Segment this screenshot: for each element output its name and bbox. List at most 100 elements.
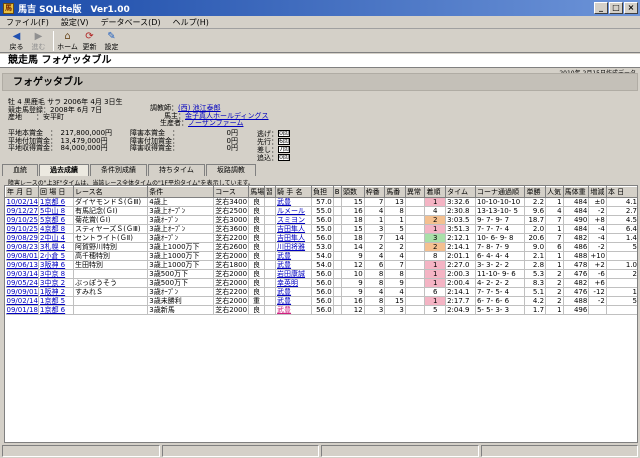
column-header[interactable]: 年 月 日 bbox=[5, 186, 39, 198]
tab-pedigree[interactable]: 血統 bbox=[2, 164, 38, 176]
column-header[interactable]: 本 日 bbox=[605, 186, 637, 198]
table-cell bbox=[264, 305, 277, 315]
tab-past-results[interactable]: 過去成績 bbox=[39, 164, 89, 176]
table-cell[interactable]: 09/01/18 bbox=[5, 305, 39, 315]
table-row[interactable]: 09/10/25 5京都 6 菊花賞(ＧⅠ) 3歳ｵｰﾌﾟﾝ 芝右3000 良スミヨン 56… bbox=[5, 215, 637, 225]
table-cell[interactable]: 2小倉 5 bbox=[38, 251, 75, 261]
table-cell[interactable]: 1京都 6 bbox=[38, 305, 75, 315]
back-button[interactable]: ◀ 戻る bbox=[6, 30, 27, 52]
table-cell[interactable]: 武豊 bbox=[275, 296, 313, 306]
column-header[interactable]: 人気 bbox=[545, 186, 564, 198]
table-cell[interactable]: 岩田康誠 bbox=[275, 269, 313, 279]
table-row[interactable]: 09/06/13 3阪神 6 生田特別 3歳上1000万下 芝右1800 良武豊 54.0 1… bbox=[5, 260, 637, 270]
table-cell[interactable]: 幸英明 bbox=[275, 278, 313, 288]
table-cell bbox=[264, 215, 277, 225]
table-cell[interactable]: 1京都 6 bbox=[38, 197, 75, 207]
column-header[interactable]: コース bbox=[213, 186, 250, 198]
close-button[interactable]: × bbox=[624, 2, 638, 14]
table-row[interactable]: 09/09/01 1阪神 2 すみれＳ 3歳ｵｰﾌﾟﾝ 芝右2200 良武豊 56.0 9 4 4… bbox=[5, 287, 637, 297]
table-row[interactable]: 09/05/24 3中京 2 ぶっぽうそう 3歳500万下 芝右2000 良幸英明 56.0… bbox=[5, 278, 637, 288]
menu-help[interactable]: ヘルプ(H) bbox=[167, 17, 215, 28]
column-header[interactable]: 馬番 bbox=[384, 186, 406, 198]
table-cell[interactable]: 5中山 8 bbox=[38, 206, 75, 216]
table-row[interactable]: 10/02/14 1京都 6 ダイヤモンドＳ(ＧⅢ) 4歳上 芝右3400 良武豊 57.0… bbox=[5, 197, 637, 207]
table-cell[interactable]: 09/10/25 bbox=[5, 224, 39, 234]
table-cell[interactable]: 3中京 8 bbox=[38, 269, 75, 279]
column-header[interactable]: B bbox=[332, 186, 343, 198]
tab-condition-results[interactable]: 条件別成績 bbox=[90, 164, 147, 176]
table-cell[interactable]: 1阪神 2 bbox=[38, 287, 75, 297]
column-header[interactable]: タイム bbox=[445, 186, 476, 198]
table-cell[interactable]: 09/08/29 bbox=[5, 233, 39, 243]
table-row[interactable]: 09/03/14 3中京 8 3歳500万下 芝右2000 良岩田康誠 56.0 10 8 8 1… bbox=[5, 269, 637, 279]
table-cell[interactable]: 09/02/14 bbox=[5, 296, 39, 306]
column-header[interactable]: 馬場 bbox=[248, 186, 265, 198]
column-header[interactable]: レース名 bbox=[73, 186, 149, 198]
table-cell[interactable]: 09/06/13 bbox=[5, 260, 39, 270]
table-cell[interactable]: 09/09/01 bbox=[5, 287, 39, 297]
minimize-button[interactable]: _ bbox=[594, 2, 608, 14]
column-header[interactable]: 枠番 bbox=[363, 186, 386, 198]
table-row[interactable]: 09/10/25 4京都 8 スティヤーズＳ(ＧⅢ) 3歳上ｵｰﾌﾟﾝ 芝右3600 良吉… bbox=[5, 224, 637, 234]
column-header[interactable]: 負担 bbox=[311, 186, 334, 198]
table-cell[interactable]: 武豊 bbox=[275, 287, 313, 297]
home-button[interactable]: ⌂ ホーム bbox=[57, 30, 78, 52]
column-header[interactable]: 頭数 bbox=[341, 186, 365, 198]
table-cell[interactable]: 3阪神 6 bbox=[38, 260, 75, 270]
results-grid[interactable]: 年 月 日回 場 日レース名 条件 コース 馬場習騎 手 名負担 B 頭数 枠番 馬番 異常 着順… bbox=[4, 185, 638, 443]
table-cell: 2.8 bbox=[524, 260, 547, 270]
table-cell[interactable]: 武豊 bbox=[275, 197, 313, 207]
column-header[interactable]: 単勝 bbox=[524, 186, 547, 198]
table-row[interactable]: 09/02/14 1京都 5 3歳未勝利 芝右2000 重武豊 56.0 16 8 15 1 2:1… bbox=[5, 296, 637, 306]
table-cell[interactable]: 4京都 8 bbox=[38, 224, 75, 234]
forward-button[interactable]: ▶ 進む bbox=[28, 30, 49, 52]
menu-file[interactable]: ファイル(F) bbox=[0, 17, 55, 28]
table-row[interactable]: 09/08/29 2中山 4 セントライト(ＧⅡ) 3歳ｵｰﾌﾟﾝ 芝右2200 良吉田隼… bbox=[5, 233, 637, 243]
table-cell[interactable]: 川田将雅 bbox=[275, 242, 313, 252]
table-cell[interactable]: 10/02/14 bbox=[5, 197, 39, 207]
column-header[interactable]: 条件 bbox=[147, 186, 215, 198]
menu-database[interactable]: データベース(D) bbox=[95, 17, 167, 28]
table-cell[interactable]: 武豊 bbox=[275, 260, 313, 270]
column-header[interactable]: 回 場 日 bbox=[37, 186, 75, 198]
main-content: 2010年 2月15日作成データ フォゲッタブル 牡 4 黒鹿毛 サラ 2006… bbox=[0, 69, 640, 443]
table-cell[interactable]: 09/12/27 bbox=[5, 206, 39, 216]
table-cell[interactable]: 2中山 4 bbox=[38, 233, 75, 243]
column-header[interactable]: コーナ通過順 bbox=[474, 186, 526, 198]
table-cell bbox=[405, 224, 426, 234]
refresh-button[interactable]: ⟳ 更新 bbox=[79, 30, 100, 52]
tab-best-times[interactable]: 持ちタイム bbox=[148, 164, 205, 176]
table-cell[interactable]: 09/03/14 bbox=[5, 269, 39, 279]
table-cell[interactable]: 09/05/24 bbox=[5, 278, 39, 288]
table-cell[interactable]: 09/08/01 bbox=[5, 251, 39, 261]
menu-settings[interactable]: 設定(V) bbox=[55, 17, 95, 28]
table-cell[interactable]: 09/08/23 bbox=[5, 242, 39, 252]
settings-button[interactable]: ✎ 設定 bbox=[101, 30, 122, 52]
table-cell[interactable]: 5京都 6 bbox=[38, 215, 75, 225]
table-cell[interactable]: スミヨン bbox=[275, 215, 313, 225]
table-row[interactable]: 09/08/23 3札幌 4 阿賀野川特別 3歳上1000万下 芝右2600 良川田将雅 5… bbox=[5, 242, 637, 252]
table-cell[interactable]: 武豊 bbox=[275, 305, 313, 315]
table-cell[interactable]: 3札幌 4 bbox=[38, 242, 75, 252]
table-cell[interactable]: ルメール bbox=[275, 206, 313, 216]
column-header[interactable]: 馬体重 bbox=[562, 186, 590, 198]
table-cell[interactable]: 3中京 2 bbox=[38, 278, 75, 288]
table-row[interactable]: 09/12/27 5中山 8 有馬記念(ＧⅠ) 3歳上ｵｰﾌﾟﾝ 芝右2500 良ルメール… bbox=[5, 206, 637, 216]
column-header[interactable]: 騎 手 名 bbox=[275, 186, 313, 198]
column-header[interactable]: 増減 bbox=[588, 186, 607, 198]
table-header-row: 年 月 日回 場 日レース名 条件 コース 馬場習騎 手 名負担 B 頭数 枠番 馬番 異常 着順… bbox=[5, 186, 637, 198]
column-header[interactable]: 着順 bbox=[424, 186, 447, 198]
table-cell[interactable]: 09/10/25 bbox=[5, 215, 39, 225]
breeder-link[interactable]: ノーザンファーム bbox=[188, 119, 243, 127]
table-row[interactable]: 09/01/18 1京都 6 3歳新馬 芝右2000 良武豊 56.0 12 3 3 5 2:04.… bbox=[5, 305, 637, 315]
tab-slope-training[interactable]: 坂路調教 bbox=[205, 164, 256, 176]
maximize-button[interactable]: □ bbox=[609, 2, 623, 14]
table-cell: 9.0 bbox=[524, 242, 547, 252]
table-cell[interactable]: 1京都 5 bbox=[38, 296, 75, 306]
table-cell[interactable]: 吉田隼人 bbox=[275, 224, 313, 234]
table-cell[interactable]: 武豊 bbox=[275, 251, 313, 261]
column-header[interactable]: 習 bbox=[263, 186, 277, 198]
table-row[interactable]: 09/08/01 2小倉 5 高千穂特別 3歳上1000万下 芝右2000 良武豊 54.0… bbox=[5, 251, 637, 261]
table-cell[interactable]: 吉田隼人 bbox=[275, 233, 313, 243]
column-header[interactable]: 異常 bbox=[404, 186, 426, 198]
